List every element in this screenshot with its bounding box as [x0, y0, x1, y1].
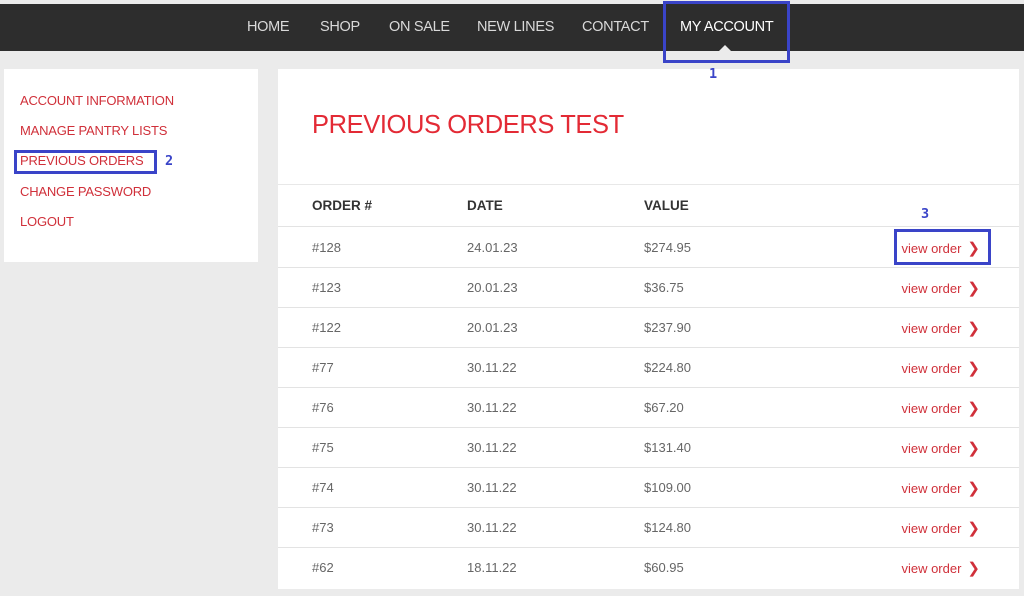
view-order-link[interactable]: view order ❯: [901, 559, 980, 577]
view-order-link[interactable]: view order ❯: [901, 399, 980, 417]
view-order-link[interactable]: view order ❯: [901, 439, 980, 457]
order-value: $60.95: [644, 560, 684, 575]
view-order-link[interactable]: view order ❯: [901, 319, 980, 337]
order-date: 20.01.23: [467, 320, 518, 335]
view-order-label: view order: [901, 561, 962, 576]
active-nav-caret: [719, 45, 731, 51]
order-number: #74: [312, 480, 334, 495]
order-value: $67.20: [644, 400, 684, 415]
chevron-right-icon: ❯: [967, 400, 980, 417]
view-order-label: view order: [901, 321, 962, 336]
view-order-label: view order: [901, 441, 962, 456]
order-date: 30.11.22: [467, 360, 517, 375]
view-order-link[interactable]: view order ❯: [901, 359, 980, 377]
table-row: #62 18.11.22 $60.95 view order ❯: [278, 548, 1019, 588]
view-order-link[interactable]: view order ❯: [901, 479, 980, 497]
order-number: #123: [312, 280, 341, 295]
orders-table-header: ORDER # DATE VALUE: [278, 184, 1019, 227]
order-value: $36.75: [644, 280, 684, 295]
view-order-label: view order: [901, 521, 962, 536]
order-date: 18.11.22: [467, 560, 517, 575]
table-row: #73 30.11.22 $124.80 view order ❯: [278, 508, 1019, 548]
order-date: 20.01.23: [467, 280, 518, 295]
chevron-right-icon: ❯: [967, 320, 980, 337]
orders-panel: PREVIOUS ORDERS TEST ORDER # DATE VALUE …: [278, 69, 1019, 589]
order-number: #128: [312, 240, 341, 255]
order-number: #62: [312, 560, 334, 575]
column-header-date: DATE: [467, 198, 503, 213]
order-value: $124.80: [644, 520, 691, 535]
table-row: #76 30.11.22 $67.20 view order ❯: [278, 388, 1019, 428]
view-order-label: view order: [901, 481, 962, 496]
view-order-label: view order: [901, 241, 962, 256]
view-order-label: view order: [901, 401, 962, 416]
annotation-number-3: 3: [921, 206, 930, 222]
annotation-number-2: 2: [165, 153, 174, 169]
table-row: #74 30.11.22 $109.00 view order ❯: [278, 468, 1019, 508]
order-value: $274.95: [644, 240, 691, 255]
column-header-value: VALUE: [644, 198, 689, 213]
account-sidebar: ACCOUNT INFORMATION MANAGE PANTRY LISTS …: [4, 69, 258, 262]
table-row: #77 30.11.22 $224.80 view order ❯: [278, 348, 1019, 388]
chevron-right-icon: ❯: [967, 440, 980, 457]
nav-item-on-sale[interactable]: ON SALE: [389, 4, 450, 51]
nav-item-my-account[interactable]: MY ACCOUNT: [680, 4, 774, 51]
chevron-right-icon: ❯: [967, 520, 980, 537]
order-date: 30.11.22: [467, 520, 517, 535]
order-date: 30.11.22: [467, 400, 517, 415]
order-value: $237.90: [644, 320, 691, 335]
chevron-right-icon: ❯: [967, 480, 980, 497]
view-order-label: view order: [901, 281, 962, 296]
view-order-link[interactable]: view order ❯: [901, 239, 980, 257]
order-value: $109.00: [644, 480, 691, 495]
page-title: PREVIOUS ORDERS TEST: [312, 111, 624, 139]
order-number: #122: [312, 320, 341, 335]
top-nav: HOME SHOP ON SALE NEW LINES CONTACT MY A…: [0, 4, 1024, 51]
nav-item-home[interactable]: HOME: [247, 4, 290, 51]
nav-item-new-lines[interactable]: NEW LINES: [477, 4, 554, 51]
table-row: #122 20.01.23 $237.90 view order ❯: [278, 308, 1019, 348]
sidebar-item-previous-orders[interactable]: PREVIOUS ORDERS: [20, 153, 144, 168]
order-number: #77: [312, 360, 334, 375]
order-date: 30.11.22: [467, 480, 517, 495]
order-number: #75: [312, 440, 334, 455]
sidebar-item-change-password[interactable]: CHANGE PASSWORD: [20, 184, 151, 199]
chevron-right-icon: ❯: [967, 360, 980, 377]
view-order-link[interactable]: view order ❯: [901, 519, 980, 537]
table-row: #123 20.01.23 $36.75 view order ❯: [278, 268, 1019, 308]
view-order-link[interactable]: view order ❯: [901, 279, 980, 297]
nav-item-shop[interactable]: SHOP: [320, 4, 360, 51]
chevron-right-icon: ❯: [967, 280, 980, 297]
table-row: #75 30.11.22 $131.40 view order ❯: [278, 428, 1019, 468]
order-date: 24.01.23: [467, 240, 518, 255]
nav-item-contact[interactable]: CONTACT: [582, 4, 649, 51]
order-number: #76: [312, 400, 334, 415]
view-order-label: view order: [901, 361, 962, 376]
sidebar-item-account-information[interactable]: ACCOUNT INFORMATION: [20, 93, 174, 108]
sidebar-item-manage-pantry-lists[interactable]: MANAGE PANTRY LISTS: [20, 123, 167, 138]
chevron-right-icon: ❯: [967, 240, 980, 257]
order-value: $224.80: [644, 360, 691, 375]
order-value: $131.40: [644, 440, 691, 455]
annotation-number-1: 1: [709, 66, 718, 82]
chevron-right-icon: ❯: [967, 560, 980, 577]
sidebar-item-logout[interactable]: LOGOUT: [20, 214, 74, 229]
order-number: #73: [312, 520, 334, 535]
column-header-order: ORDER #: [312, 198, 373, 213]
table-row: #128 24.01.23 $274.95 view order ❯: [278, 228, 1019, 268]
order-date: 30.11.22: [467, 440, 517, 455]
